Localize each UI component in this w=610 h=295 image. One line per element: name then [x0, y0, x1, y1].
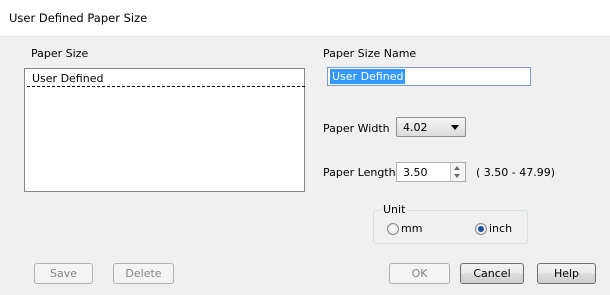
spinner-buttons[interactable]: [450, 163, 465, 181]
spin-down-icon[interactable]: [454, 174, 460, 178]
paper-length-range: ( 3.50 - 47.99): [476, 166, 556, 179]
paper-width-dropdown[interactable]: 4.02: [396, 117, 466, 137]
paper-length-label: Paper Length: [323, 166, 396, 179]
paper-width-value: 4.02: [403, 121, 428, 134]
paper-length-value: 3.50: [403, 166, 428, 179]
unit-group-label: Unit: [381, 203, 408, 216]
paper-size-list[interactable]: User Defined: [24, 68, 305, 192]
paper-size-name-input[interactable]: User Defined: [327, 67, 531, 86]
unit-inch-radio[interactable]: [475, 223, 487, 235]
save-button[interactable]: Save: [34, 263, 93, 284]
window-title: User Defined Paper Size: [9, 11, 148, 25]
paper-length-spinner[interactable]: 3.50: [396, 162, 466, 182]
spin-up-icon[interactable]: [454, 166, 460, 170]
title-bar: User Defined Paper Size: [0, 0, 610, 37]
unit-inch-label[interactable]: inch: [489, 222, 512, 235]
paper-size-label: Paper Size: [31, 47, 89, 60]
unit-mm-radio[interactable]: [387, 223, 399, 235]
ok-button[interactable]: OK: [389, 263, 450, 284]
paper-width-label: Paper Width: [323, 122, 390, 135]
paper-size-name-label: Paper Size Name: [323, 47, 417, 60]
help-button[interactable]: Help: [537, 263, 596, 284]
paper-size-name-value: User Defined: [330, 69, 406, 84]
list-item[interactable]: User Defined: [27, 71, 305, 87]
cancel-button[interactable]: Cancel: [460, 263, 524, 284]
delete-button[interactable]: Delete: [113, 263, 174, 284]
unit-mm-label[interactable]: mm: [401, 222, 422, 235]
chevron-down-icon: [451, 125, 459, 130]
